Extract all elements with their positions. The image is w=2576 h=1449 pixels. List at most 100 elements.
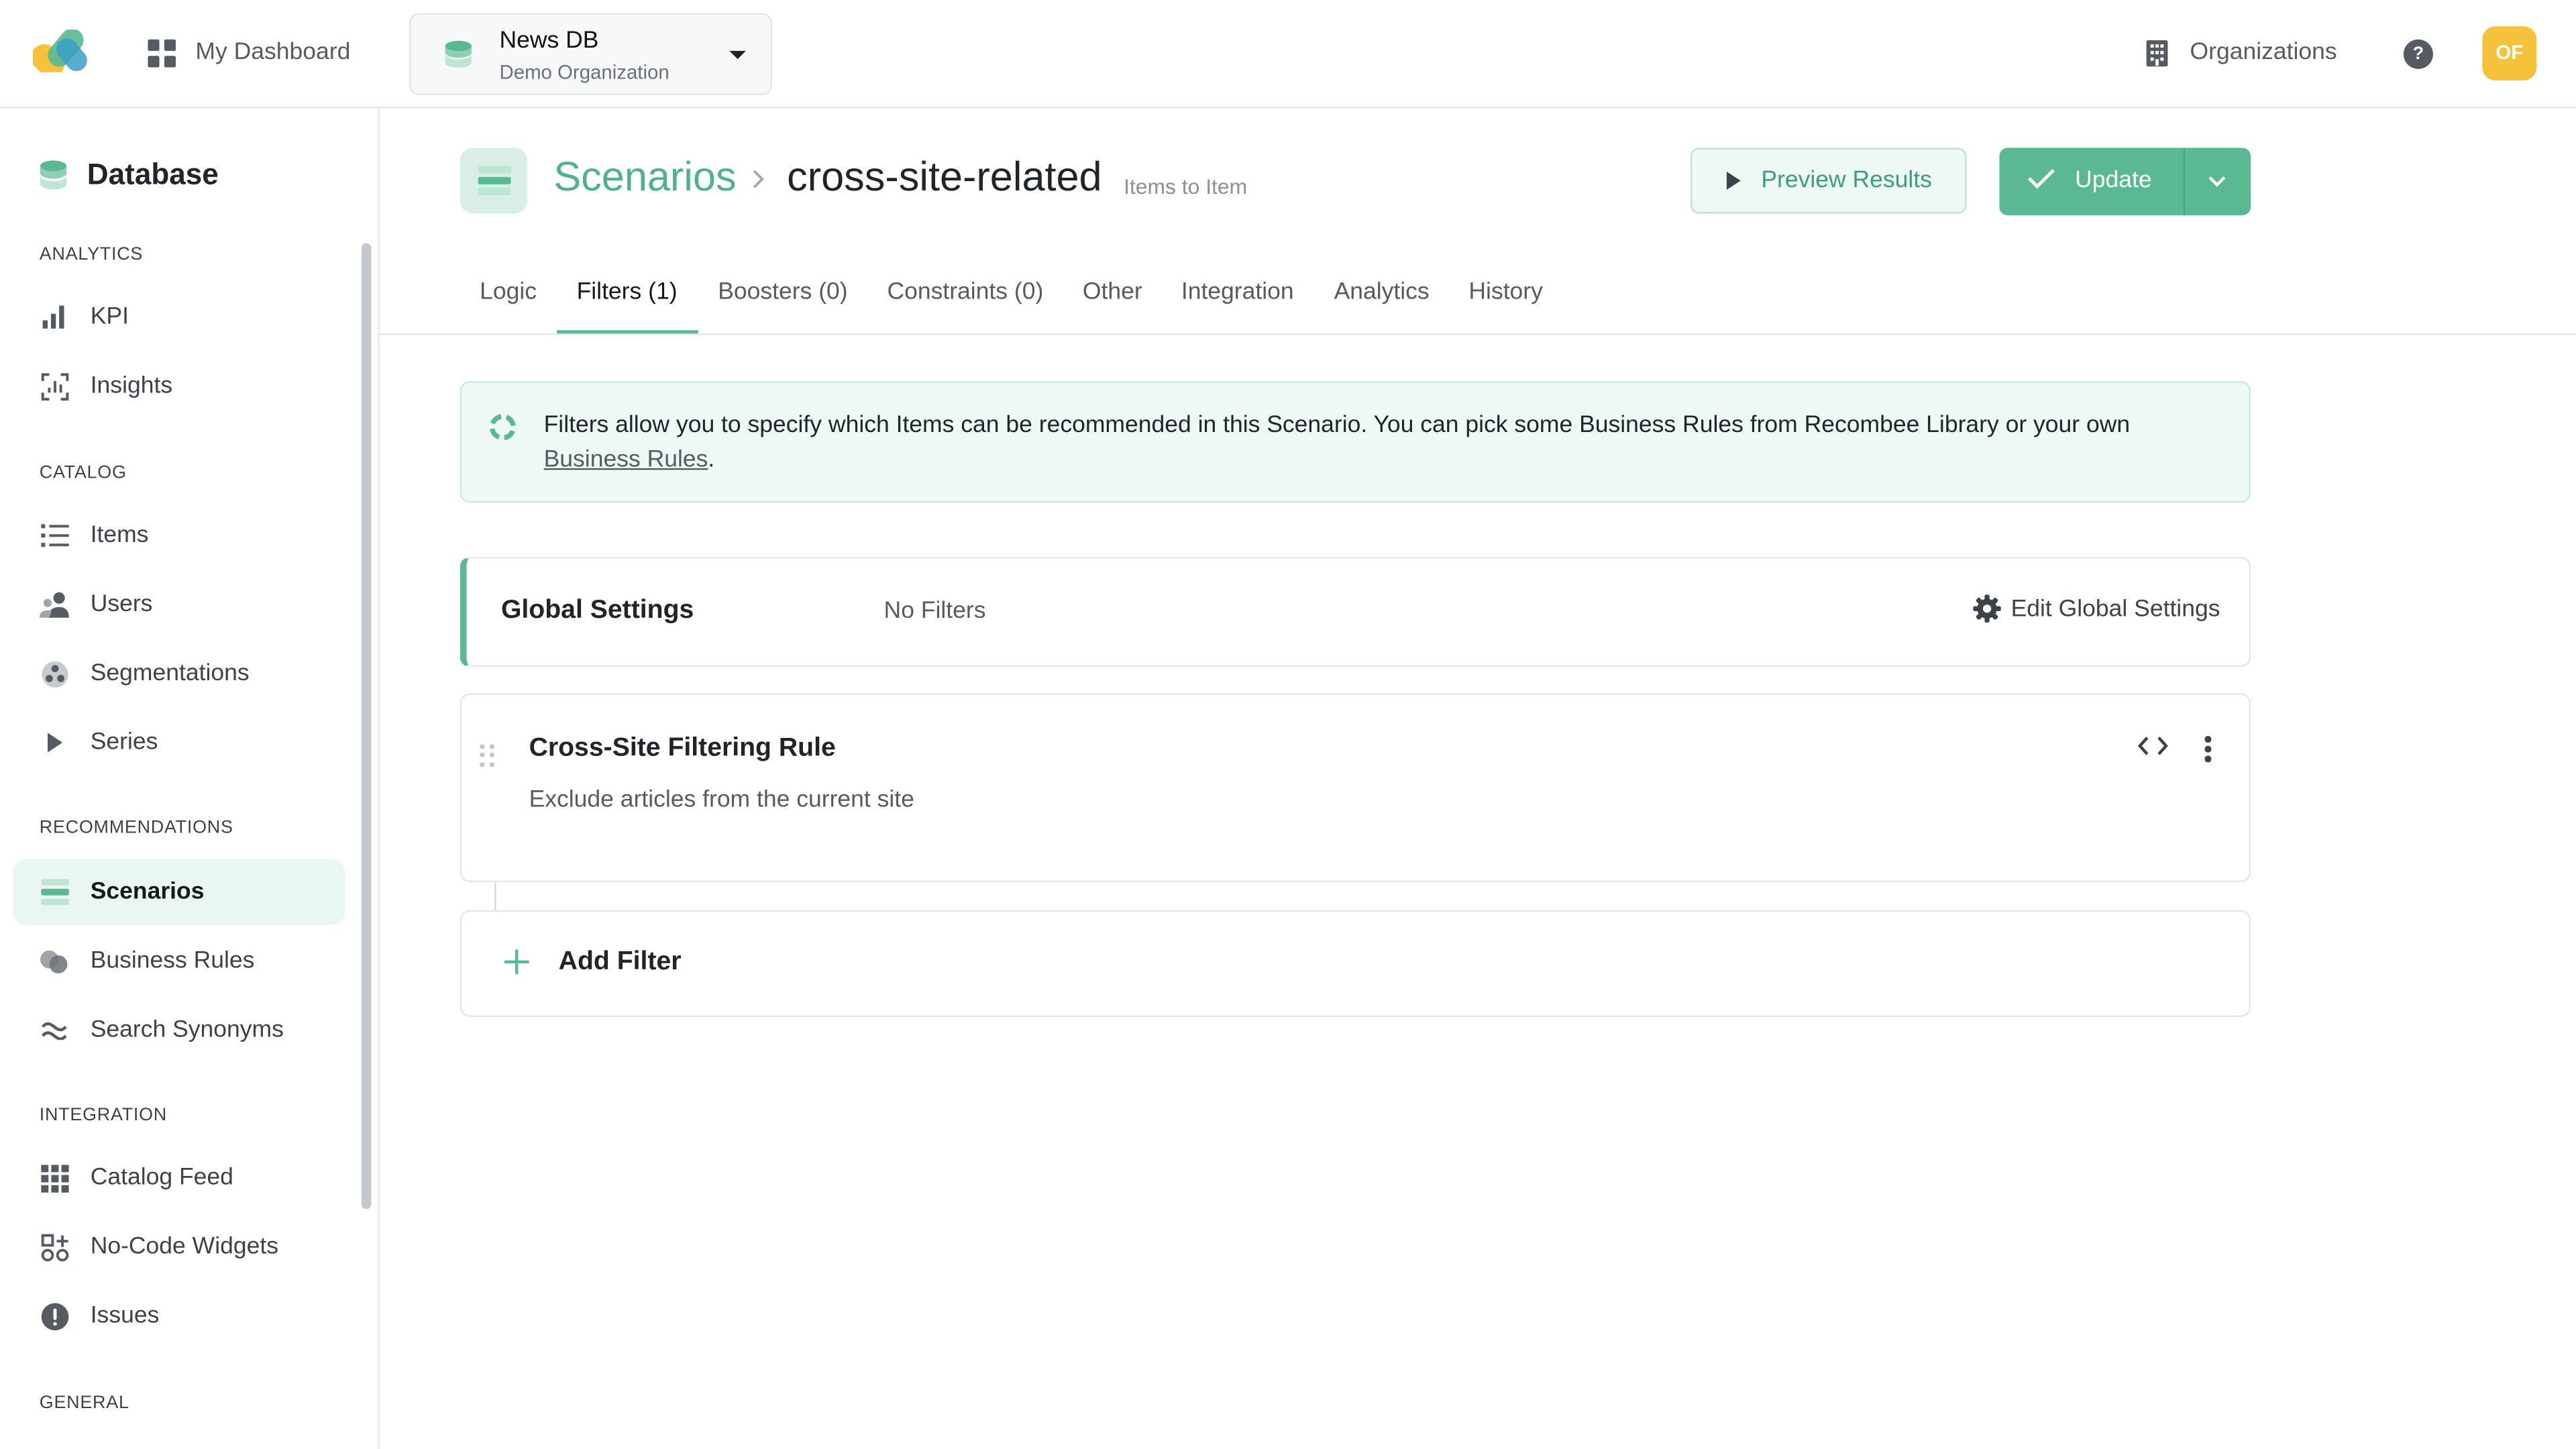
insights-icon xyxy=(40,371,69,400)
tab-boosters[interactable]: Boosters (0) xyxy=(718,279,847,335)
tab-analytics[interactable]: Analytics xyxy=(1334,279,1430,335)
bar-chart-icon xyxy=(40,303,69,332)
chevron-right-icon xyxy=(751,168,765,199)
play-icon xyxy=(1726,171,1741,190)
update-label: Update xyxy=(2075,167,2152,194)
section-catalog: CATALOG xyxy=(39,463,127,484)
organizations-label: Organizations xyxy=(2190,39,2337,66)
info-text: Filters allow you to specify which Items… xyxy=(543,412,2131,439)
preview-results-button[interactable]: Preview Results xyxy=(1690,148,1967,214)
database-icon xyxy=(40,160,67,190)
sidebar-item-business-rules[interactable]: Business Rules xyxy=(13,928,345,994)
more-vertical-icon[interactable] xyxy=(2195,735,2221,764)
update-button[interactable]: Update xyxy=(1999,148,2251,215)
sidebar-item-users[interactable]: Users xyxy=(13,572,345,637)
business-rules-icon xyxy=(40,947,69,976)
sidebar-item-insights[interactable]: Insights xyxy=(13,354,345,419)
sidebar-item-label: Scenarios xyxy=(90,879,205,906)
organization-name: Demo Organization xyxy=(499,60,669,84)
sidebar-item-search-synonyms[interactable]: Search Synonyms xyxy=(13,998,345,1063)
sidebar-item-label: Business Rules xyxy=(90,948,255,975)
breadcrumb-scenarios-link[interactable]: Scenarios xyxy=(553,154,736,202)
lifebuoy-icon xyxy=(489,414,516,441)
user-avatar[interactable]: OF xyxy=(2482,26,2537,81)
approx-icon xyxy=(40,1015,69,1044)
scenario-type: Items to Item xyxy=(1124,174,1248,199)
add-filter-label: Add Filter xyxy=(558,948,682,976)
code-icon[interactable] xyxy=(2137,735,2169,757)
add-filter-button[interactable]: Add Filter xyxy=(460,910,2251,1017)
sidebar-item-label: Catalog Feed xyxy=(90,1165,233,1191)
sidebar-item-segmentations[interactable]: Segmentations xyxy=(13,641,345,706)
gear-icon xyxy=(1973,594,2001,623)
check-icon xyxy=(2027,168,2055,189)
preview-results-label: Preview Results xyxy=(1761,167,1932,194)
scenarios-page-icon xyxy=(460,148,528,214)
tab-other[interactable]: Other xyxy=(1083,279,1142,335)
catalog-feed-icon xyxy=(40,1163,69,1193)
sidebar-item-label: Insights xyxy=(90,372,173,400)
global-settings-card: Global Settings No Filters Edit Global S… xyxy=(460,557,2251,667)
scenario-tabs: Logic Filters (1) Boosters (0) Constrain… xyxy=(379,266,2576,335)
users-icon xyxy=(39,590,69,619)
sidebar-item-scenarios[interactable]: Scenarios xyxy=(13,859,345,925)
sidebar-item-series[interactable]: Series xyxy=(13,710,345,775)
info-text-block: Filters allow you to specify which Items… xyxy=(544,409,2203,478)
filter-rule-description: Exclude articles from the current site xyxy=(529,787,914,814)
my-dashboard-link[interactable]: My Dashboard xyxy=(148,33,350,72)
active-tab-indicator xyxy=(557,330,698,334)
list-icon xyxy=(40,521,69,550)
top-bar: My Dashboard News DB Demo Organization O… xyxy=(0,0,2576,109)
sidebar: Database ANALYTICS KPI Insights CATALOG … xyxy=(0,108,380,1449)
sidebar-item-label: Series xyxy=(90,729,158,756)
tab-filters[interactable]: Filters (1) xyxy=(577,279,678,335)
tab-constraints[interactable]: Constraints (0) xyxy=(887,279,1043,335)
sidebar-item-items[interactable]: Items xyxy=(13,502,345,568)
alert-icon xyxy=(40,1301,69,1331)
database-icon xyxy=(445,40,472,68)
global-settings-title: Global Settings xyxy=(500,596,694,625)
chevron-down-icon xyxy=(2208,176,2226,187)
sidebar-item-label: Items xyxy=(90,522,149,549)
organizations-link[interactable]: Organizations xyxy=(2145,33,2337,72)
info-text-end: . xyxy=(708,447,715,474)
sidebar-item-label: KPI xyxy=(90,304,129,331)
section-integration: INTEGRATION xyxy=(39,1106,167,1126)
connector-line xyxy=(494,882,496,910)
sidebar-item-issues[interactable]: Issues xyxy=(13,1283,345,1349)
section-analytics: ANALYTICS xyxy=(39,244,144,265)
filter-rule-title: Cross-Site Filtering Rule xyxy=(529,734,836,763)
database-name: News DB xyxy=(499,28,599,54)
play-icon xyxy=(40,728,69,757)
edit-global-settings-label: Edit Global Settings xyxy=(2010,595,2220,622)
sidebar-item-kpi[interactable]: KPI xyxy=(13,284,345,350)
drag-handle-icon[interactable] xyxy=(480,744,496,767)
plus-icon xyxy=(504,949,529,975)
database-selector[interactable]: News DB Demo Organization xyxy=(409,13,773,96)
caret-down-icon xyxy=(729,50,746,60)
recombee-logo[interactable] xyxy=(32,30,92,72)
tab-history[interactable]: History xyxy=(1468,279,1543,335)
sidebar-item-label: Users xyxy=(90,591,153,618)
help-icon[interactable]: ? xyxy=(2403,39,2433,69)
segmentations-icon xyxy=(40,659,69,688)
update-dropdown-toggle[interactable] xyxy=(2184,148,2251,215)
my-dashboard-label: My Dashboard xyxy=(195,39,351,66)
sidebar-title-label: Database xyxy=(87,158,219,191)
page-title: cross-site-related xyxy=(787,154,1102,201)
sidebar-item-no-code-widgets[interactable]: No-Code Widgets xyxy=(13,1214,345,1280)
sidebar-scrollbar[interactable] xyxy=(361,243,372,1210)
sidebar-item-label: Issues xyxy=(90,1303,160,1330)
sidebar-item-label: Segmentations xyxy=(90,660,250,687)
dashboard-grid-icon xyxy=(148,38,176,67)
app-root: My Dashboard News DB Demo Organization O… xyxy=(0,0,2576,1449)
building-icon xyxy=(2146,39,2168,66)
tab-logic[interactable]: Logic xyxy=(480,279,537,335)
sidebar-title: Database xyxy=(40,158,219,192)
section-general: GENERAL xyxy=(39,1393,129,1413)
business-rules-link[interactable]: Business Rules xyxy=(544,447,708,473)
edit-global-settings-button[interactable]: Edit Global Settings xyxy=(1973,594,2220,623)
sidebar-item-label: No-Code Widgets xyxy=(90,1234,278,1260)
sidebar-item-catalog-feed[interactable]: Catalog Feed xyxy=(13,1145,345,1211)
tab-integration[interactable]: Integration xyxy=(1181,279,1294,335)
